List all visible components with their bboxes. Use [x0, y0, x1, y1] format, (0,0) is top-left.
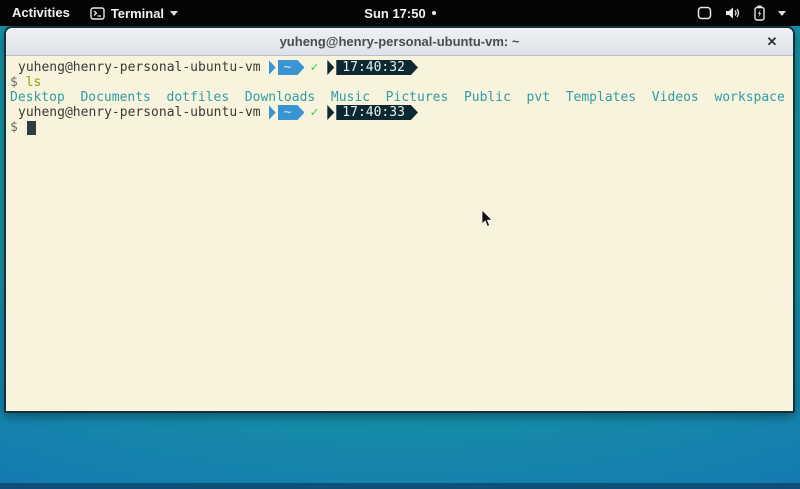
prompt-user: yuheng@henry-personal-ubuntu-vm	[18, 105, 261, 120]
terminal-app-icon	[90, 7, 105, 20]
prompt-time-segment: 17:40:32	[336, 60, 418, 75]
prompt-line: yuheng@henry-personal-ubuntu-vm ~ ✓ 17:4…	[10, 60, 793, 75]
window-title: yuheng@henry-personal-ubuntu-vm: ~	[280, 34, 520, 49]
ls-output-line: Desktop Documents dotfiles Downloads Mus…	[10, 90, 793, 105]
close-button[interactable]: ✕	[761, 28, 783, 56]
directory-list: Desktop Documents dotfiles Downloads Mus…	[10, 90, 785, 105]
powerline-arrow-icon	[269, 60, 276, 75]
mouse-pointer-icon	[481, 210, 493, 233]
check-icon: ✓	[310, 105, 318, 120]
prompt-line: yuheng@henry-personal-ubuntu-vm ~ ✓ 17:4…	[10, 105, 793, 120]
check-icon: ✓	[310, 60, 318, 75]
prompt-path-segment: ~	[278, 105, 305, 120]
prompt-path-segment: ~	[278, 60, 305, 75]
system-menu-chevron-icon	[778, 11, 786, 16]
text-cursor	[27, 121, 36, 135]
app-menu-button[interactable]: Terminal	[82, 0, 186, 26]
powerline-arrow-icon	[327, 60, 334, 75]
volume-icon	[725, 6, 741, 20]
prompt-symbol: $	[10, 120, 18, 135]
desktop-shade	[0, 483, 800, 489]
battery-charging-icon	[754, 5, 765, 21]
activities-button[interactable]: Activities	[0, 0, 82, 26]
prompt-symbol: $	[10, 75, 18, 90]
titlebar[interactable]: yuheng@henry-personal-ubuntu-vm: ~ ✕	[6, 28, 793, 56]
terminal-window: yuheng@henry-personal-ubuntu-vm: ~ ✕ yuh…	[4, 26, 795, 413]
prompt-time-segment: 17:40:33	[336, 105, 418, 120]
chevron-down-icon	[170, 11, 178, 16]
powerline-arrow-icon	[327, 105, 334, 120]
top-bar: Activities Terminal Sun 17:50	[0, 0, 800, 26]
notification-dot-icon	[432, 11, 436, 15]
powerline-arrow-icon	[269, 105, 276, 120]
display-icon	[697, 6, 712, 20]
terminal-screen[interactable]: yuheng@henry-personal-ubuntu-vm ~ ✓ 17:4…	[6, 56, 793, 412]
prompt-user: yuheng@henry-personal-ubuntu-vm	[18, 60, 261, 75]
typed-command: ls	[26, 75, 42, 90]
cursor-line: $	[10, 120, 793, 135]
app-menu-label: Terminal	[111, 6, 164, 21]
clock-label: Sun 17:50	[364, 6, 425, 21]
clock-button[interactable]: Sun 17:50	[364, 6, 435, 21]
system-menu-button[interactable]	[697, 0, 800, 26]
command-line: $ ls	[10, 75, 793, 90]
